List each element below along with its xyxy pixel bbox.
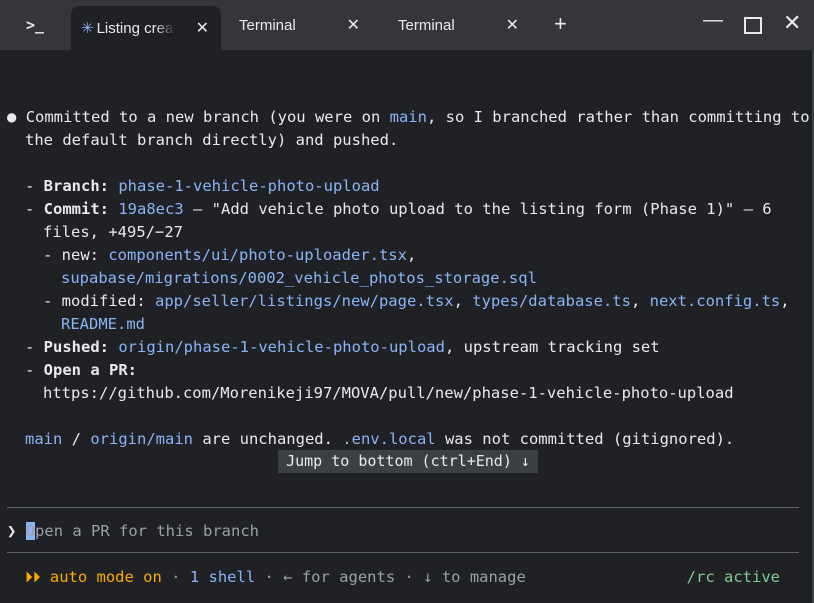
new-tab-plus-icon[interactable]: + [554, 11, 567, 37]
auto-mode-icon: ⏵⏵ [25, 568, 41, 586]
input-placeholder: pen a PR for this branch [35, 522, 259, 540]
status-bar: ⏵⏵ auto mode on · 1 shell · ← for agents… [25, 568, 526, 586]
close-window-icon[interactable]: ✕ [783, 10, 801, 36]
manage-hint: ↓ to manage [423, 568, 526, 586]
close-tab-icon[interactable]: ✕ [347, 15, 360, 35]
rc-active-status: /rc active [686, 568, 780, 586]
auto-mode-label[interactable]: auto mode on [50, 568, 162, 586]
agents-hint: ← for agents [283, 568, 396, 586]
tab-bar: >_ ✳ Listing creating ✕ Terminal ✕ Termi… [0, 0, 814, 50]
modified-files-line: README.md [61, 315, 145, 333]
pr-url[interactable]: https://github.com/Morenikeji97/MOVA/pul… [43, 382, 734, 405]
terminal-home-tab[interactable]: >_ [0, 0, 70, 50]
spinner-icon: ✳ [81, 20, 94, 37]
tab-terminal-1[interactable]: Terminal ✕ [230, 0, 380, 50]
tab-label: Terminal [398, 16, 455, 34]
commit-line: - Commit: 19a8ec3 — "Add vehicle photo u… [25, 200, 772, 218]
pr-line: - Open a PR: [25, 361, 137, 379]
terminal-prompt-icon: >_ [25, 16, 45, 34]
text-cursor: O [25, 522, 36, 540]
maximize-icon[interactable] [744, 17, 762, 34]
modified-files-line: - modified: app/seller/listings/new/page… [43, 292, 790, 310]
tab-label: Terminal [239, 16, 296, 34]
minimize-icon[interactable]: — [703, 9, 723, 32]
tab-listing[interactable]: ✳ Listing creating ✕ [71, 6, 221, 50]
terminal-output: ● Committed to a new branch (you were on… [0, 50, 814, 603]
output-line: the default branch directly) and pushed. [25, 131, 399, 149]
shell-count[interactable]: 1 shell [190, 568, 255, 586]
close-tab-icon[interactable]: ✕ [196, 18, 209, 38]
new-files-line: supabase/migrations/0002_vehicle_photos_… [61, 269, 537, 287]
pushed-line: - Pushed: origin/phase-1-vehicle-photo-u… [25, 338, 660, 356]
prompt-input[interactable]: ❯ Open a PR for this branch [7, 520, 259, 543]
tab-terminal-2[interactable]: Terminal ✕ [389, 0, 539, 50]
footer-line: main / origin/main are unchanged. .env.l… [25, 430, 735, 448]
new-files-line: - new: components/ui/photo-uploader.tsx, [43, 246, 417, 264]
prompt-chevron-icon: ❯ [7, 522, 17, 540]
output-line: ● Committed to a new branch (you were on… [7, 108, 810, 126]
tab-label: Listing creating [96, 19, 175, 37]
input-separator-top [7, 507, 799, 508]
close-tab-icon[interactable]: ✕ [506, 15, 519, 35]
jump-to-bottom-button[interactable]: Jump to bottom (ctrl+End) ↓ [278, 450, 538, 473]
commit-stats: files, +495/−27 [43, 223, 183, 241]
input-separator-bottom [7, 552, 799, 553]
branch-line: - Branch: phase-1-vehicle-photo-upload [25, 177, 380, 195]
